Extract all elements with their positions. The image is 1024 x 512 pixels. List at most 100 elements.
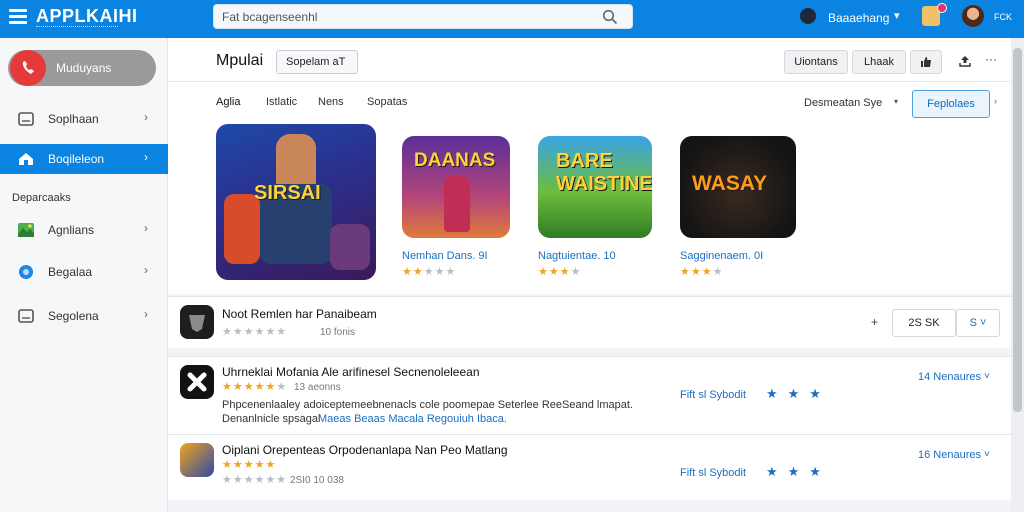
thumbs-up-icon [921, 57, 931, 67]
featured-game-tile[interactable]: SIRSAI [216, 124, 376, 280]
sidebar-item-soplhaan[interactable]: Soplhaan › [0, 104, 168, 134]
row-title[interactable]: Uhrneklai Mofania Ale arifinesel Secneno… [222, 365, 480, 379]
row-meta: 10 fonis [320, 327, 356, 338]
tab-nens[interactable]: Nens [318, 96, 344, 108]
sidebar-primary-label: Muduyans [56, 61, 112, 75]
featured-game-tile[interactable]: BARE WAISTINEY [538, 136, 652, 238]
sidebar-section-label: Deparcaaks [12, 192, 71, 204]
sidebar-primary[interactable]: Muduyans [8, 50, 156, 86]
rating-stars: ★★★★★ [222, 459, 277, 471]
page-title: Mpulai [216, 52, 264, 69]
user-avatar[interactable] [800, 8, 816, 24]
logo-underline [36, 26, 118, 29]
tab-aglia[interactable]: Aglia [216, 96, 240, 108]
sidebar-item-label: Boqileleon [48, 152, 105, 166]
header-button-uiontans[interactable]: Uiontans [784, 50, 848, 74]
list-item[interactable]: Oiplani Orepenteas Orpodenanlapa Nan Peo… [168, 434, 1011, 500]
row-meta: 13 aeonns [294, 382, 341, 393]
top-bar: APPLKAIHI Baaaehang ▾ FCK [0, 0, 1024, 38]
tab-istlatic[interactable]: Istlatic [266, 96, 297, 108]
profile-label: FCK [994, 12, 1012, 22]
tab-sopatas[interactable]: Sopatas [367, 96, 407, 108]
chevron-down-icon[interactable]: ▾ [894, 9, 900, 22]
row-action-link[interactable]: Fift sl Sybodit [680, 389, 746, 401]
sidebar-item-boqileleon[interactable]: Boqileleon › [0, 144, 168, 174]
featured-cover-title: DAANAS [414, 150, 496, 171]
home-icon [19, 153, 33, 165]
sidebar-item-label: Begalaa [48, 265, 93, 279]
tray-icon [18, 112, 34, 126]
user-name[interactable]: Baaaehang [828, 11, 889, 25]
chevron-right-icon: › [144, 221, 148, 235]
chevron-right-icon[interactable]: › [994, 96, 997, 106]
header-button-lhaak[interactable]: Lhaak [852, 50, 906, 74]
row-title[interactable]: Oiplani Orepenteas Orpodenanlapa Nan Peo… [222, 443, 508, 457]
sort-dropdown[interactable]: Desmeatan Sye [804, 97, 882, 109]
sidebar-item-label: Agnlians [48, 223, 95, 237]
globe-icon [19, 265, 33, 279]
sidebar-item-begalaa[interactable]: Begalaa › [0, 257, 168, 287]
row-meta: 2SI0 10 038 [290, 475, 344, 486]
menu-icon[interactable] [9, 9, 27, 25]
featured-panel: Mpulai Sopelam aT Uiontans Lhaak ··· Agl… [168, 38, 1011, 294]
sidebar-item-label: Segolena [48, 309, 99, 323]
star-rating-input[interactable]: ★★★ [766, 386, 831, 402]
sidebar-item-segolena[interactable]: Segolena › [0, 301, 168, 331]
sidebar-item-agnlians[interactable]: Agnlians › [0, 215, 168, 245]
row-link[interactable]: Maeas Beaas Macala Regouiuh Ibaca. [318, 413, 507, 425]
star-rating-input[interactable]: ★★★ [766, 464, 831, 480]
like-button[interactable] [910, 50, 942, 74]
more-icon[interactable]: ··· [985, 52, 997, 66]
featured-cover-title: WASAY [692, 172, 768, 195]
search-input[interactable] [222, 8, 592, 26]
sidebar-item-label: Soplhaan [48, 112, 99, 126]
list-item[interactable]: Uhrneklai Mofania Ale arifinesel Secneno… [168, 356, 1011, 434]
landscape-icon [18, 223, 34, 237]
main-content: Mpulai Sopelam aT Uiontans Lhaak ··· Agl… [168, 38, 1011, 512]
featured-game-tile[interactable]: DAANAS [402, 136, 510, 238]
add-icon[interactable]: + [871, 315, 878, 329]
row-title[interactable]: Noot Remlen har Panaibeam [222, 307, 377, 321]
chevron-right-icon: › [144, 263, 148, 277]
rating-stars-secondary: ★★★★★★ [222, 474, 288, 486]
list-item[interactable]: Noot Remlen har Panaibeam ★★★★★★ 10 foni… [168, 296, 1011, 348]
hero-figure [444, 176, 470, 232]
row-count[interactable]: 14 Nenaures [918, 371, 981, 383]
featured-caption[interactable]: Sagginenaem. 0I [680, 250, 763, 262]
featured-game-tile[interactable]: WASAY [680, 136, 796, 238]
notification-badge [937, 3, 947, 13]
app-logo[interactable]: APPLKAIHI [36, 6, 138, 27]
primary-action-button[interactable]: Feplolaes [912, 90, 990, 118]
featured-cover-title: BARE WAISTINEY [556, 150, 652, 195]
rating-stars: ★★★★★★ [222, 381, 288, 393]
rating-stars: ★★★★ [680, 266, 724, 278]
row-description: Phpcenenlaaley adoiceptemeebnenacls cole… [222, 399, 633, 411]
title-dropdown-button[interactable]: Sopelam aT [276, 50, 358, 74]
sidebar: Muduyans Soplhaan › Boqileleon › Deparca… [0, 38, 168, 512]
version-select[interactable]: 2S SK [892, 309, 956, 337]
chevron-down-icon[interactable]: ˅ [984, 371, 990, 382]
chevron-down-icon[interactable]: ˅ [984, 449, 990, 460]
hero-figure [276, 134, 316, 188]
search-icon[interactable] [602, 9, 618, 25]
row-count[interactable]: 16 Nenaures [918, 449, 981, 461]
profile-avatar[interactable] [962, 5, 984, 27]
scrollbar-thumb[interactable] [1013, 48, 1022, 412]
chevron-down-icon[interactable]: ▾ [894, 97, 898, 106]
chevron-right-icon: › [144, 110, 148, 124]
chevron-right-icon: › [144, 150, 148, 164]
share-icon[interactable] [958, 54, 972, 68]
featured-cover-title: SIRSAI [254, 182, 321, 204]
app-icon [180, 365, 214, 399]
row-action-link[interactable]: Fift sl Sybodit [680, 467, 746, 479]
tray-icon [18, 309, 34, 323]
header-divider [168, 81, 1011, 82]
rating-stars: ★★★★★★ [222, 326, 288, 338]
chevron-right-icon: › [144, 307, 148, 321]
featured-caption[interactable]: Nemhan Dans. 9I [402, 250, 488, 262]
app-icon [180, 305, 214, 339]
version-dropdown[interactable]: S ˅ [956, 309, 1000, 337]
app-icon [180, 443, 214, 477]
featured-caption[interactable]: Nagtuientae. 10 [538, 250, 616, 262]
rating-stars: ★★★★★ [402, 266, 457, 278]
